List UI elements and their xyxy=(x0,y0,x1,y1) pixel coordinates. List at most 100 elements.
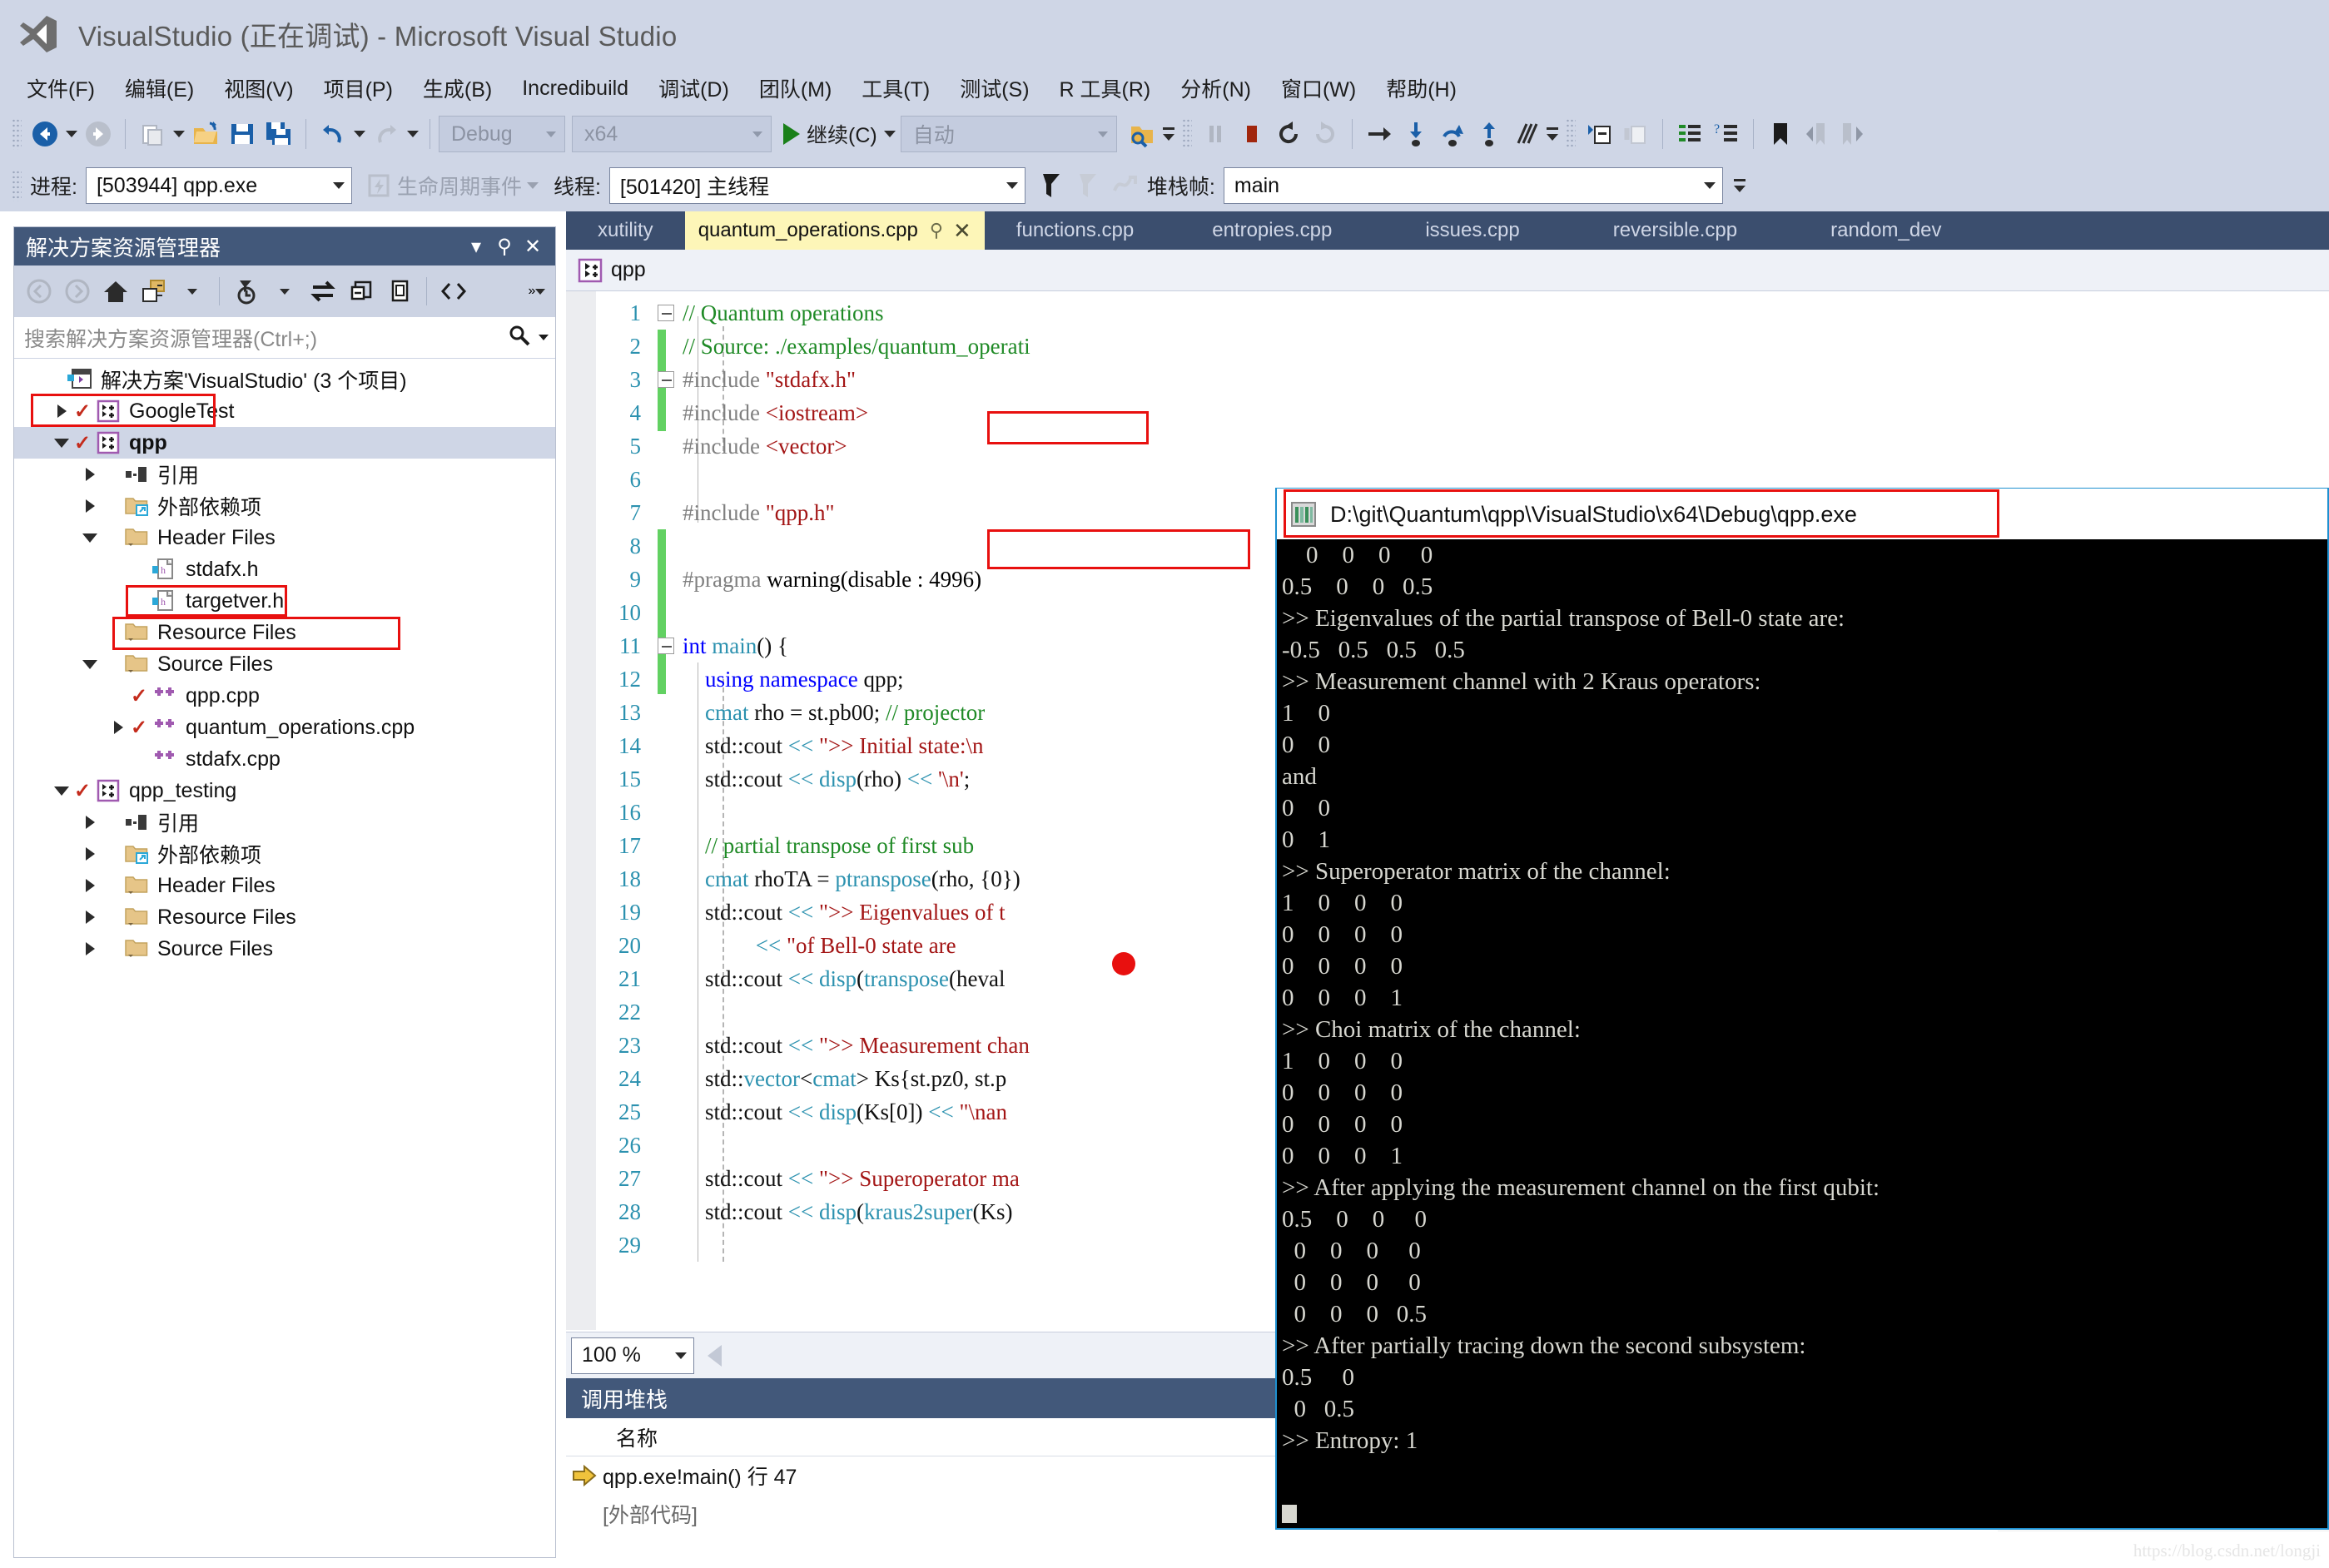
menu-item-tools[interactable]: 工具(T) xyxy=(847,70,945,107)
twisty-icon[interactable] xyxy=(107,594,129,608)
redo-dropdown[interactable] xyxy=(405,116,421,152)
menu-item-analyze[interactable]: 分析(N) xyxy=(1165,70,1266,107)
new-project-dropdown[interactable] xyxy=(171,116,187,152)
tree-item[interactable]: Resource Files xyxy=(14,901,555,933)
tree-item[interactable]: ✓ qpp_testing xyxy=(14,775,555,806)
toolbar-grip[interactable] xyxy=(12,118,22,150)
toolbar-grip[interactable] xyxy=(1565,118,1576,150)
bookmark-icon[interactable] xyxy=(1762,116,1799,152)
step-out-icon[interactable] xyxy=(1471,116,1507,152)
save-icon[interactable] xyxy=(224,116,261,152)
step-into-icon[interactable] xyxy=(1398,116,1434,152)
search-icon[interactable] xyxy=(507,323,532,352)
tree-item[interactable]: 外部依赖项 xyxy=(14,490,555,522)
console-title-bar[interactable]: D:\git\Quantum\qpp\VisualStudio\x64\Debu… xyxy=(1277,489,2327,540)
tab-issues-cpp[interactable]: issues.cpp xyxy=(1378,211,1566,250)
twisty-icon[interactable] xyxy=(79,533,101,543)
twisty-icon[interactable] xyxy=(79,816,101,829)
twisty-icon[interactable] xyxy=(107,563,129,576)
solution-configuration-select[interactable]: Debug xyxy=(439,116,565,152)
toolbar-grip[interactable] xyxy=(12,170,22,201)
menu-item-team[interactable]: 团队(M) xyxy=(744,70,847,107)
tree-item[interactable]: h stdafx.h xyxy=(14,553,555,585)
menu-item-help[interactable]: 帮助(H) xyxy=(1371,70,1472,107)
pin-icon[interactable]: ⚲ xyxy=(930,220,943,241)
twisty-icon[interactable] xyxy=(51,404,72,418)
undo-icon[interactable] xyxy=(315,116,351,152)
twisty-icon[interactable] xyxy=(79,659,101,669)
process-select[interactable]: [503944] qpp.exe xyxy=(85,167,352,204)
code-line[interactable]: 4 #include <iostream> xyxy=(566,396,2329,429)
twisty-icon[interactable] xyxy=(79,879,101,892)
fold-toggle-icon[interactable] xyxy=(653,305,679,321)
twisty-icon[interactable] xyxy=(107,721,129,734)
se-pending-changes-filter-icon[interactable] xyxy=(228,273,265,310)
zoom-level-select[interactable]: 100 % xyxy=(571,1337,694,1374)
fold-toggle-icon[interactable] xyxy=(653,638,679,654)
toolbar-overflow-button[interactable] xyxy=(1160,116,1177,152)
toolbar-grip[interactable] xyxy=(1181,118,1192,150)
search-input[interactable]: 搜索解决方案资源管理器(Ctrl+;) xyxy=(24,323,507,353)
twisty-icon[interactable] xyxy=(79,499,101,513)
menu-item-incredibuild[interactable]: Incredibuild xyxy=(507,73,643,104)
fold-toggle-icon[interactable] xyxy=(653,371,679,388)
show-next-statement-icon[interactable] xyxy=(1507,116,1544,152)
continue-debug-button[interactable]: 继续(C) xyxy=(778,116,901,152)
close-icon[interactable]: ✕ xyxy=(519,235,547,259)
tab-xutility[interactable]: xutility xyxy=(566,211,685,250)
menu-item-debug[interactable]: 调试(D) xyxy=(643,70,744,107)
tree-item[interactable]: Source Files xyxy=(14,648,555,680)
previous-bookmark-icon[interactable] xyxy=(1799,116,1835,152)
stop-debugging-icon[interactable] xyxy=(1234,116,1270,152)
tree-item[interactable]: ✓ quantum_operations.cpp xyxy=(14,712,555,743)
menu-item-project[interactable]: 项目(P) xyxy=(309,70,408,107)
twisty-icon[interactable] xyxy=(79,626,101,639)
stack-frame-select[interactable]: main xyxy=(1223,167,1723,204)
redo-icon[interactable] xyxy=(368,116,405,152)
menu-item-file[interactable]: 文件(F) xyxy=(12,70,110,107)
new-project-icon[interactable] xyxy=(134,116,171,152)
close-icon[interactable]: ✕ xyxy=(953,218,971,244)
tree-item[interactable]: ✓ GoogleTest xyxy=(14,395,555,427)
tree-item[interactable]: Resource Files xyxy=(14,617,555,648)
menu-item-edit[interactable]: 编辑(E) xyxy=(110,70,209,107)
menu-item-view[interactable]: 视图(V) xyxy=(209,70,308,107)
tree-item[interactable]: Header Files xyxy=(14,522,555,553)
tree-item[interactable]: ✓ qpp xyxy=(14,427,555,459)
navigate-backward-dropdown[interactable] xyxy=(63,116,80,152)
open-file-icon[interactable] xyxy=(187,116,224,152)
se-search-row[interactable]: 搜索解决方案资源管理器(Ctrl+;) xyxy=(14,317,555,359)
tab-random-dev[interactable]: random_dev xyxy=(1784,211,1988,250)
navigate-forward-icon[interactable] xyxy=(80,116,117,152)
tab-functions-cpp[interactable]: functions.cpp xyxy=(985,211,1165,250)
tab-reversible-cpp[interactable]: reversible.cpp xyxy=(1567,211,1784,250)
code-line[interactable]: 2 // Source: ./examples/quantum_operati xyxy=(566,330,2329,363)
save-all-icon[interactable] xyxy=(261,116,297,152)
code-line[interactable]: 3 #include "stdafx.h" xyxy=(566,363,2329,396)
navigate-backward-icon[interactable] xyxy=(27,116,63,152)
chevron-down-icon[interactable] xyxy=(526,182,539,189)
chevron-down-icon[interactable] xyxy=(883,131,896,137)
tree-item[interactable]: Header Files xyxy=(14,870,555,901)
twisty-icon[interactable] xyxy=(107,752,129,766)
attach-to-process-icon[interactable] xyxy=(1124,116,1160,152)
twisty-icon[interactable] xyxy=(22,373,44,386)
twisty-icon[interactable] xyxy=(107,689,129,702)
se-back-icon[interactable] xyxy=(21,273,57,310)
code-line[interactable]: 5 #include <vector> xyxy=(566,429,2329,463)
undo-dropdown[interactable] xyxy=(351,116,368,152)
next-bookmark-icon[interactable] xyxy=(1835,116,1872,152)
tree-item[interactable]: 引用 xyxy=(14,806,555,838)
debug-toolbar-overflow-button[interactable] xyxy=(1544,116,1561,152)
pin-icon[interactable]: ⚲ xyxy=(490,235,519,259)
panel-menu-chevron-icon[interactable]: ▾ xyxy=(462,235,490,259)
code-line[interactable]: 1 // Quantum operations xyxy=(566,296,2329,330)
se-switch-views-icon[interactable] xyxy=(305,273,341,310)
twisty-icon[interactable] xyxy=(51,438,72,448)
solution-platform-select[interactable]: x64 xyxy=(572,116,772,152)
twisty-icon[interactable] xyxy=(79,847,101,861)
tree-item[interactable]: 引用 xyxy=(14,459,555,490)
tree-item[interactable]: ✓ qpp.cpp xyxy=(14,680,555,712)
run-to-cursor-icon[interactable] xyxy=(1361,116,1398,152)
se-sync-with-active-document-icon[interactable] xyxy=(136,273,172,310)
